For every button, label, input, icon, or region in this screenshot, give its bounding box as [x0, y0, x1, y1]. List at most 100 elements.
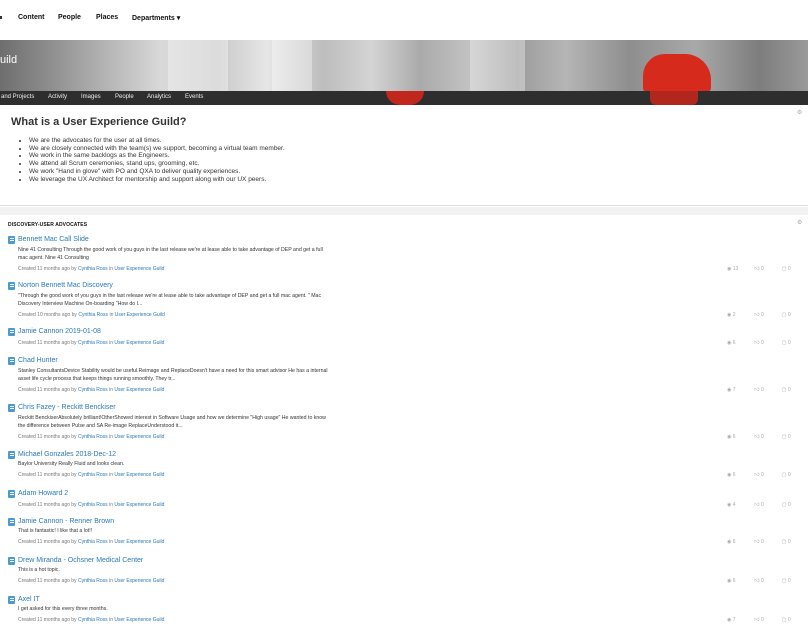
- likes-count[interactable]: 👍︎ 0: [754, 312, 780, 318]
- document-icon: [8, 282, 15, 290]
- document-title-link[interactable]: Michael Gonzales 2018-Dec-12: [18, 451, 116, 458]
- likes-count[interactable]: 👍︎ 0: [754, 340, 780, 346]
- created-text: Created 11 months ago by: [18, 266, 77, 272]
- comments-count[interactable]: ▢ 0: [782, 578, 808, 584]
- tab-projects[interactable]: and Projects: [1, 94, 34, 100]
- comments-count[interactable]: ▢ 0: [782, 312, 808, 318]
- place-link[interactable]: User Experience Guild: [114, 387, 164, 393]
- place-link[interactable]: User Experience Guild: [114, 502, 164, 508]
- document-icon: [8, 236, 15, 244]
- place-link[interactable]: User Experience Guild: [114, 472, 164, 478]
- place-link[interactable]: User Experience Guild: [115, 312, 165, 318]
- author-link[interactable]: Cynthia Ross: [78, 472, 108, 478]
- place-link[interactable]: User Experience Guild: [114, 578, 164, 584]
- document-meta: Created 11 months ago by Cynthia Ross in…: [18, 340, 164, 346]
- document-meta: Created 11 months ago by Cynthia Ross in…: [18, 502, 164, 508]
- document-excerpt: Stanley ConsultantsDevice Stability woul…: [18, 368, 328, 382]
- likes-count[interactable]: 👍︎ 0: [754, 617, 780, 623]
- widget-title: What is a User Experience Guild?: [11, 116, 187, 128]
- in-text: in: [109, 387, 113, 393]
- comments-count[interactable]: ▢ 0: [782, 472, 808, 478]
- author-link[interactable]: Cynthia Ross: [78, 434, 108, 440]
- place-link[interactable]: User Experience Guild: [114, 266, 164, 272]
- comments-count[interactable]: ▢ 0: [782, 434, 808, 440]
- comments-count[interactable]: ▢ 0: [782, 266, 808, 272]
- views-count: ◉ 2: [727, 312, 736, 318]
- menu-indicator: [0, 16, 2, 19]
- document-stats: ◉ 6 👍︎ 0 ▢ 0: [727, 539, 808, 545]
- comments-count[interactable]: ▢ 0: [782, 617, 808, 623]
- document-excerpt: Baylor University Really Fluid and looks…: [18, 461, 125, 467]
- nav-people[interactable]: People: [58, 14, 81, 21]
- document-icon: [8, 490, 15, 498]
- document-stats: ◉ 6 👍︎ 0 ▢ 0: [727, 472, 808, 478]
- document-title-link[interactable]: Adam Howard 2: [18, 490, 68, 497]
- tab-analytics[interactable]: Analytics: [147, 94, 171, 100]
- likes-count[interactable]: 👍︎ 0: [754, 266, 780, 272]
- author-link[interactable]: Cynthia Ross: [78, 578, 108, 584]
- place-link[interactable]: User Experience Guild: [114, 617, 164, 623]
- about-widget: ⚙ What is a User Experience Guild? We ar…: [0, 106, 808, 206]
- tab-people[interactable]: People: [115, 94, 134, 100]
- nav-places[interactable]: Places: [96, 14, 118, 21]
- likes-count[interactable]: 👍︎ 0: [754, 539, 780, 545]
- document-excerpt: Reckitt BenckiserAbsolutely brilliant!Ot…: [18, 415, 326, 429]
- comments-count[interactable]: ▢ 0: [782, 387, 808, 393]
- document-icon: [8, 518, 15, 526]
- author-link[interactable]: Cynthia Ross: [78, 387, 108, 393]
- author-link[interactable]: Cynthia Ross: [78, 502, 108, 508]
- document-excerpt: This is a hot topic.: [18, 567, 60, 573]
- in-text: in: [109, 312, 114, 318]
- document-title-link[interactable]: Chad Hunter: [18, 357, 58, 364]
- document-title-link[interactable]: Bennett Mac Call Slide: [18, 236, 89, 243]
- likes-count[interactable]: 👍︎ 0: [754, 578, 780, 584]
- section-divider: [0, 207, 808, 215]
- document-meta: Created 11 months ago by Cynthia Ross in…: [18, 472, 164, 478]
- created-text: Created 11 months ago by: [18, 387, 77, 393]
- tab-images[interactable]: Images: [81, 94, 101, 100]
- document-stats: ◉ 6 👍︎ 0 ▢ 0: [727, 340, 808, 346]
- author-link[interactable]: Cynthia Ross: [78, 539, 108, 545]
- comments-count[interactable]: ▢ 0: [782, 340, 808, 346]
- nav-content[interactable]: Content: [18, 14, 44, 21]
- document-title-link[interactable]: Jamie Cannon - Renner Brown: [18, 518, 114, 525]
- created-text: Created 11 months ago by: [18, 578, 77, 584]
- place-link[interactable]: User Experience Guild: [114, 434, 164, 440]
- document-stats: ◉ 13 👍︎ 0 ▢ 0: [727, 266, 808, 272]
- gear-icon[interactable]: ⚙: [797, 109, 802, 116]
- gear-icon[interactable]: ⚙: [797, 219, 802, 226]
- likes-count[interactable]: 👍︎ 0: [754, 387, 780, 393]
- document-meta: Created 11 months ago by Cynthia Ross in…: [18, 266, 164, 272]
- nav-departments-dropdown[interactable]: Departments ▾: [132, 14, 180, 22]
- about-bullet: We attend all Scrum ceremonies, stand up…: [29, 160, 285, 168]
- banner-chair-image: [643, 54, 711, 92]
- tab-activity[interactable]: Activity: [48, 94, 67, 100]
- document-title-link[interactable]: Jamie Cannon 2019-01-08: [18, 328, 101, 335]
- author-link[interactable]: Cynthia Ross: [78, 617, 108, 623]
- author-link[interactable]: Cynthia Ross: [78, 312, 108, 318]
- tab-events[interactable]: Events: [185, 94, 203, 100]
- author-link[interactable]: Cynthia Ross: [78, 340, 108, 346]
- in-text: in: [109, 578, 113, 584]
- document-excerpt: "Through the good work of you guys in th…: [18, 293, 322, 307]
- document-title-link[interactable]: Norton Bennett Mac Discovery: [18, 282, 113, 289]
- place-link[interactable]: User Experience Guild: [114, 340, 164, 346]
- comments-count[interactable]: ▢ 0: [782, 539, 808, 545]
- document-icon: [8, 404, 15, 412]
- document-icon: [8, 357, 15, 365]
- likes-count[interactable]: 👍︎ 0: [754, 434, 780, 440]
- author-link[interactable]: Cynthia Ross: [78, 266, 108, 272]
- likes-count[interactable]: 👍︎ 0: [754, 472, 780, 478]
- document-title-link[interactable]: Chris Fazey - Reckitt Benckiser: [18, 404, 116, 411]
- created-text: Created 10 months ago by: [18, 312, 77, 318]
- document-stats: ◉ 7 👍︎ 0 ▢ 0: [727, 617, 808, 623]
- created-text: Created 11 months ago by: [18, 434, 77, 440]
- document-title-link[interactable]: Axel IT: [18, 596, 40, 603]
- document-stats: ◉ 4 👍︎ 0 ▢ 0: [727, 502, 808, 508]
- likes-count[interactable]: 👍︎ 0: [754, 502, 780, 508]
- comments-count[interactable]: ▢ 0: [782, 502, 808, 508]
- place-link[interactable]: User Experience Guild: [114, 539, 164, 545]
- views-count: ◉ 6: [727, 472, 736, 478]
- in-text: in: [109, 502, 113, 508]
- document-title-link[interactable]: Drew Miranda - Ochsner Medical Center: [18, 557, 143, 564]
